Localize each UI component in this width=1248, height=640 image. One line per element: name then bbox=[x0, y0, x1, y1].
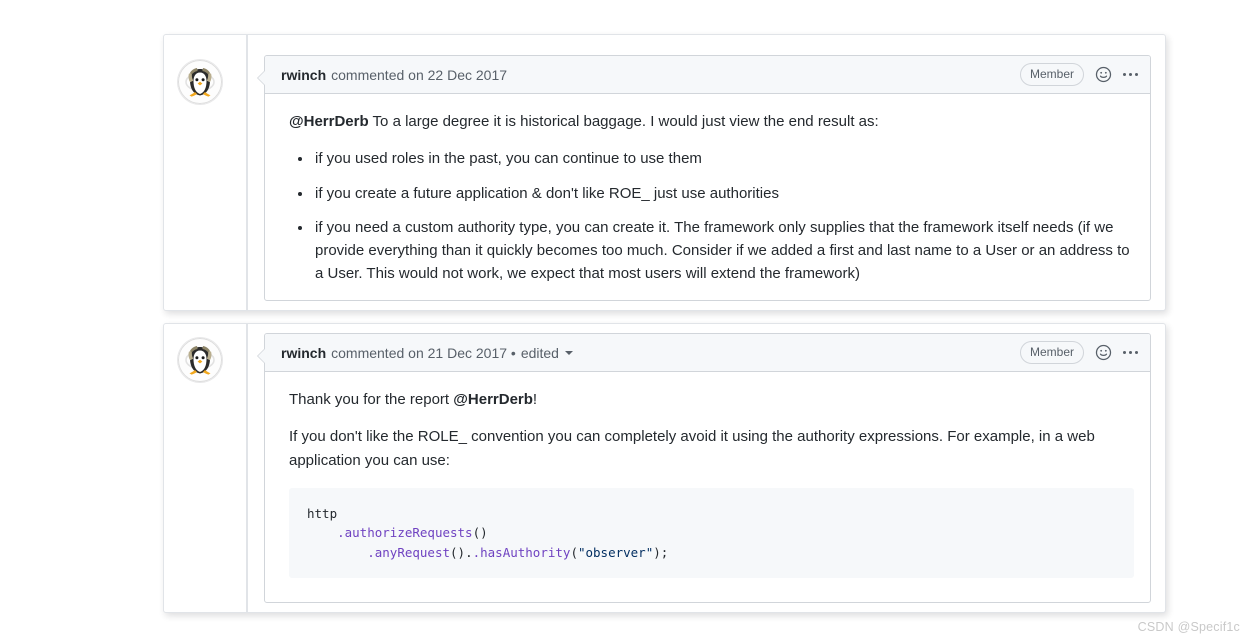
comment-body: Thank you for the report @HerrDerb! If y… bbox=[265, 372, 1150, 592]
code-line-1: http bbox=[307, 505, 338, 521]
smiley-icon[interactable] bbox=[1095, 66, 1112, 83]
list-item: if you create a future application & don… bbox=[313, 182, 1134, 205]
comment-header: rwinch commented on 22 Dec 2017 Member bbox=[265, 56, 1150, 94]
comment-bubble: rwinch commented on 22 Dec 2017 Member @… bbox=[257, 55, 1151, 301]
chevron-down-icon bbox=[564, 350, 573, 355]
timeline-rail bbox=[246, 35, 248, 310]
code-method-has-authority: .hasAuthority bbox=[472, 544, 571, 560]
kebab-menu-icon[interactable] bbox=[1123, 73, 1138, 76]
avatar[interactable] bbox=[178, 60, 222, 104]
code-line-3-close: ); bbox=[653, 544, 669, 560]
code-line-3-open-paren: ( bbox=[570, 544, 578, 560]
code-method-authorize-requests: .authorizeRequests bbox=[337, 525, 473, 541]
code-line-3-mid: (). bbox=[450, 544, 473, 560]
comment-header: rwinch commented on 21 Dec 2017 • edited… bbox=[265, 334, 1150, 372]
code-string-observer: "observer" bbox=[577, 544, 654, 560]
comment-timestamp: commented on 22 Dec 2017 bbox=[331, 66, 508, 83]
user-mention[interactable]: @HerrDerb bbox=[453, 391, 533, 408]
comment-author[interactable]: rwinch bbox=[281, 345, 326, 361]
smiley-icon[interactable] bbox=[1095, 344, 1112, 361]
kebab-menu-icon[interactable] bbox=[1123, 351, 1138, 354]
user-mention[interactable]: @HerrDerb bbox=[289, 113, 369, 130]
thanks-text-pre: Thank you for the report bbox=[289, 391, 454, 408]
code-line-2-paren: () bbox=[472, 525, 488, 541]
list-item: if you used roles in the past, you can c… bbox=[313, 147, 1134, 170]
comment-card: rwinch commented on 22 Dec 2017 Member @… bbox=[163, 34, 1166, 311]
comment-author[interactable]: rwinch bbox=[281, 67, 326, 83]
comment-card: rwinch commented on 21 Dec 2017 • edited… bbox=[163, 323, 1166, 613]
code-block: http .authorizeRequests() .anyRequest().… bbox=[289, 487, 1134, 578]
comment-intro-text: To a large degree it is historical bagga… bbox=[368, 113, 879, 130]
list-item: if you need a custom authority type, you… bbox=[313, 216, 1134, 286]
explanation-paragraph: If you don't like the ROLE_ convention y… bbox=[289, 428, 1095, 469]
status-badge: Member bbox=[1019, 63, 1084, 86]
edited-label: edited bbox=[520, 344, 559, 361]
page-root: rwinch commented on 22 Dec 2017 Member @… bbox=[0, 0, 1248, 640]
edited-dropdown[interactable]: edited bbox=[521, 345, 573, 361]
code-method-any-request: .anyRequest bbox=[367, 544, 451, 560]
code-line-3-indent bbox=[307, 545, 367, 560]
comment-body: @HerrDerb To a large degree it is histor… bbox=[265, 94, 1150, 300]
thanks-paragraph: Thank you for the report @HerrDerb! bbox=[289, 388, 1134, 411]
comment-intro-paragraph: @HerrDerb To a large degree it is histor… bbox=[289, 110, 1134, 133]
watermark: CSDN @Specif1c bbox=[1137, 620, 1240, 634]
comment-timestamp: commented on 21 Dec 2017 • bbox=[331, 344, 516, 361]
status-badge: Member bbox=[1019, 341, 1084, 364]
code-line-2-indent bbox=[307, 525, 337, 540]
timeline-rail bbox=[246, 324, 248, 612]
thanks-text-post: ! bbox=[532, 391, 538, 408]
comment-bubble: rwinch commented on 21 Dec 2017 • edited… bbox=[257, 333, 1151, 603]
avatar[interactable] bbox=[178, 338, 222, 382]
bullet-list: if you used roles in the past, you can c… bbox=[289, 147, 1134, 285]
